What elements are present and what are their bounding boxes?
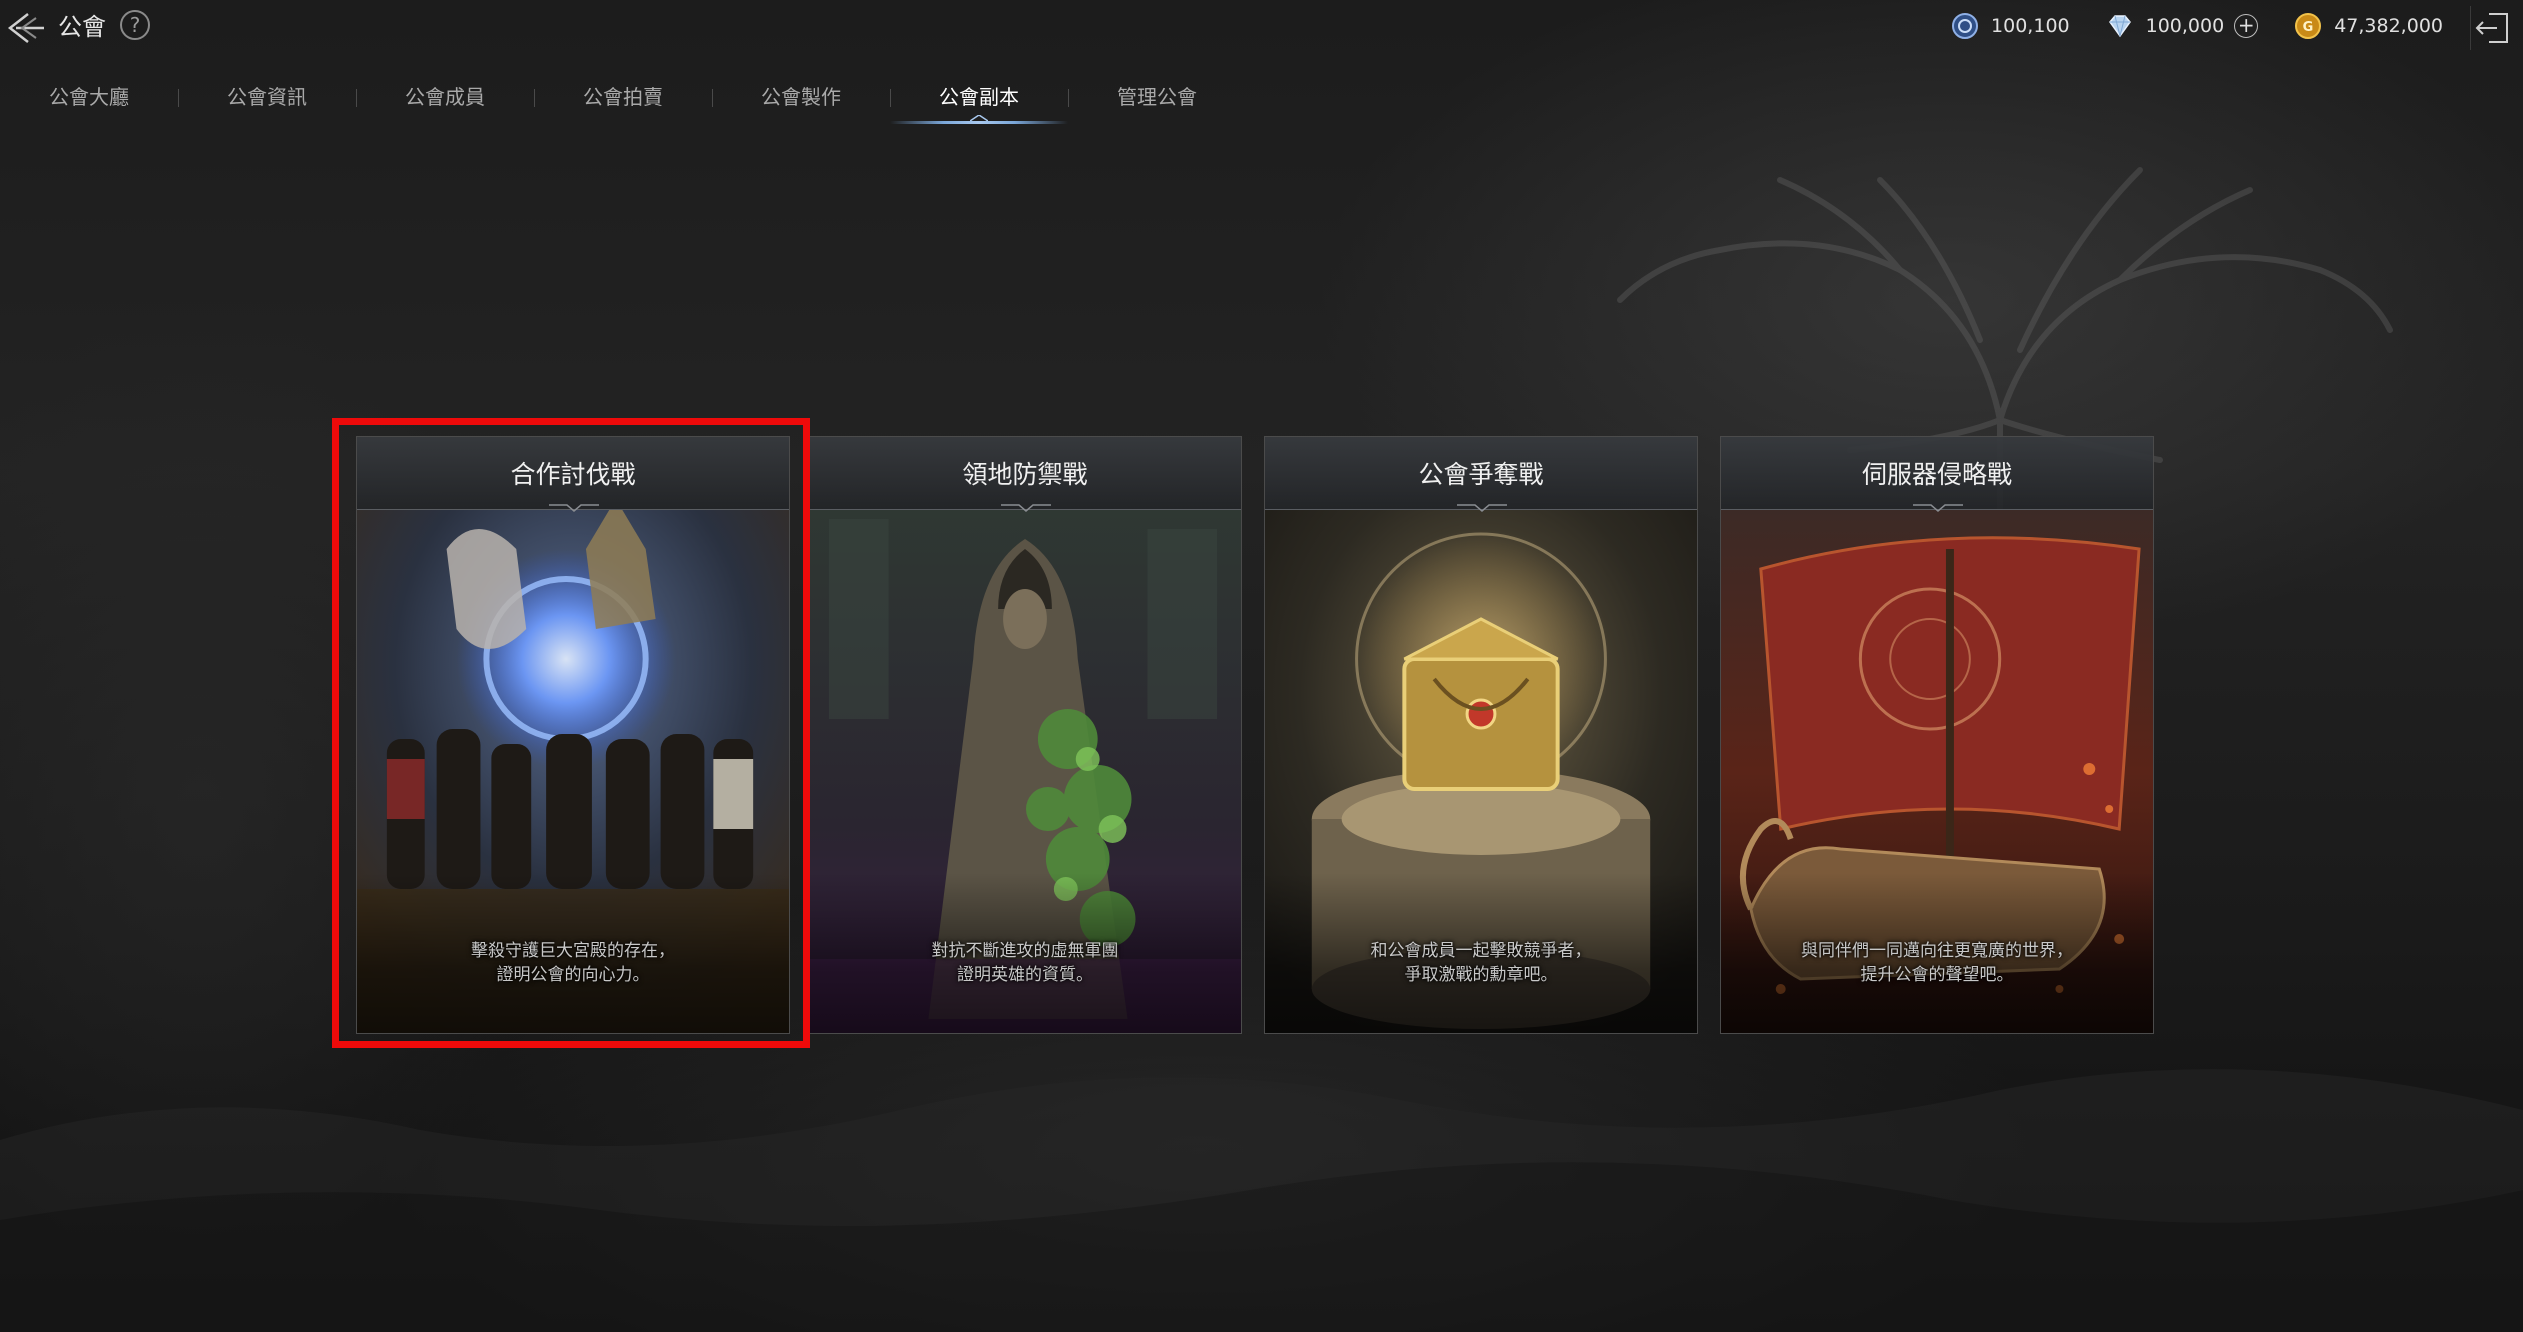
header-ornament-icon <box>1001 504 1051 512</box>
tab-label: 公會大廳 <box>49 85 129 109</box>
currency-blue-coin: 100,100 <box>1951 12 2070 40</box>
tab-guild-members[interactable]: 公會成員 <box>356 72 534 124</box>
tab-label: 公會副本 <box>939 85 1019 109</box>
card-description: 和公會成員一起擊敗競爭者， 爭取激戰的勳章吧。 <box>1265 939 1697 987</box>
card-title: 公會爭奪戰 <box>1418 460 1544 489</box>
card-server-invasion[interactable]: 伺服器侵略戰 與同伴們一同邁向往更寬廣的世界， 提升公會的聲望吧。 <box>1720 436 2154 1034</box>
guild-tabs: 公會大廳 公會資訊 公會成員 公會拍賣 公會製作 公會副本 管理公會 <box>0 72 1246 128</box>
currency-diamond: 100,000 + <box>2106 12 2259 40</box>
page-title: 公會 <box>58 13 106 41</box>
currency-value: 47,382,000 <box>2334 15 2443 37</box>
desc-line: 提升公會的聲望吧。 <box>1860 965 2014 985</box>
header-ornament-icon <box>1457 504 1507 512</box>
card-guild-contest[interactable]: 公會爭奪戰 和公會成員一起擊敗競爭者， 爭取激戰的勳章吧。 <box>1264 436 1698 1034</box>
dungeon-cards: 合作討伐戰 擊殺守護巨大宮殿的存在， 證明公會的向心力。 領地防禦戰 對抗不斷進… <box>356 436 2156 1036</box>
desc-line: 擊殺守護巨大宮殿的存在， <box>471 941 675 961</box>
desc-line: 爭取激戰的勳章吧。 <box>1404 965 1558 985</box>
tab-label: 公會製作 <box>761 85 841 109</box>
header-ornament-icon <box>1913 504 1963 512</box>
desc-line: 證明公會的向心力。 <box>496 965 650 985</box>
add-diamond-button[interactable]: + <box>2234 14 2259 38</box>
header-ornament-icon <box>549 504 599 512</box>
tab-label: 公會成員 <box>405 85 485 109</box>
card-header: 伺服器侵略戰 <box>1721 437 2153 512</box>
diamond-icon <box>2108 15 2131 38</box>
ground-silhouette-icon <box>0 1069 2523 1332</box>
top-bar: 公會 ? 100,100 100,000 + G 47,382,000 <box>0 0 2523 56</box>
desc-line: 與同伴們一同邁向往更寬廣的世界， <box>1801 941 2073 961</box>
tab-guild-crafting[interactable]: 公會製作 <box>712 72 890 124</box>
card-title: 領地防禦戰 <box>962 460 1088 489</box>
card-title: 合作討伐戰 <box>510 460 636 489</box>
card-coop-raid[interactable]: 合作討伐戰 擊殺守護巨大宮殿的存在， 證明公會的向心力。 <box>356 436 790 1034</box>
tab-manage-guild[interactable]: 管理公會 <box>1068 72 1246 124</box>
exit-button[interactable] <box>2470 6 2515 50</box>
tab-label: 公會資訊 <box>227 85 307 109</box>
back-arrow-icon <box>7 13 44 43</box>
currency-value: 100,000 <box>2145 15 2225 37</box>
card-header: 領地防禦戰 <box>809 437 1241 512</box>
desc-line: 和公會成員一起擊敗競爭者， <box>1370 941 1592 961</box>
currency-gold: G 47,382,000 <box>2294 12 2443 40</box>
blue-coin-icon <box>1952 13 1979 39</box>
back-button[interactable] <box>0 4 48 52</box>
gold-coin-icon: G <box>2295 13 2322 39</box>
tab-guild-info[interactable]: 公會資訊 <box>178 72 356 124</box>
active-tab-marker-icon <box>970 115 988 121</box>
tab-guild-auction[interactable]: 公會拍賣 <box>534 72 712 124</box>
tab-label: 公會拍賣 <box>583 85 663 109</box>
card-description: 擊殺守護巨大宮殿的存在， 證明公會的向心力。 <box>357 939 789 987</box>
card-description: 對抗不斷進攻的虛無軍團 證明英雄的資質。 <box>809 939 1241 987</box>
card-header: 合作討伐戰 <box>357 437 789 512</box>
tab-guild-dungeon[interactable]: 公會副本 <box>890 72 1068 124</box>
help-button[interactable]: ? <box>120 10 150 40</box>
guild-dungeon-screen: 公會 ? 100,100 100,000 + G 47,382,000 公會大廳… <box>0 0 2523 1332</box>
tab-label: 管理公會 <box>1117 85 1197 109</box>
desc-line: 證明英雄的資質。 <box>957 965 1093 985</box>
currency-value: 100,100 <box>1991 15 2070 37</box>
desc-line: 對抗不斷進攻的虛無軍團 <box>931 941 1119 961</box>
card-header: 公會爭奪戰 <box>1265 437 1697 512</box>
exit-icon <box>2475 13 2508 43</box>
currency-bar: 100,100 100,000 + G 47,382,000 <box>1915 8 2443 44</box>
svg-text:G: G <box>2303 20 2314 35</box>
card-title: 伺服器侵略戰 <box>1861 460 2012 489</box>
card-description: 與同伴們一同邁向往更寬廣的世界， 提升公會的聲望吧。 <box>1721 939 2153 987</box>
card-territory-defense[interactable]: 領地防禦戰 對抗不斷進攻的虛無軍團 證明英雄的資質。 <box>808 436 1242 1034</box>
tab-guild-hall[interactable]: 公會大廳 <box>0 72 178 124</box>
